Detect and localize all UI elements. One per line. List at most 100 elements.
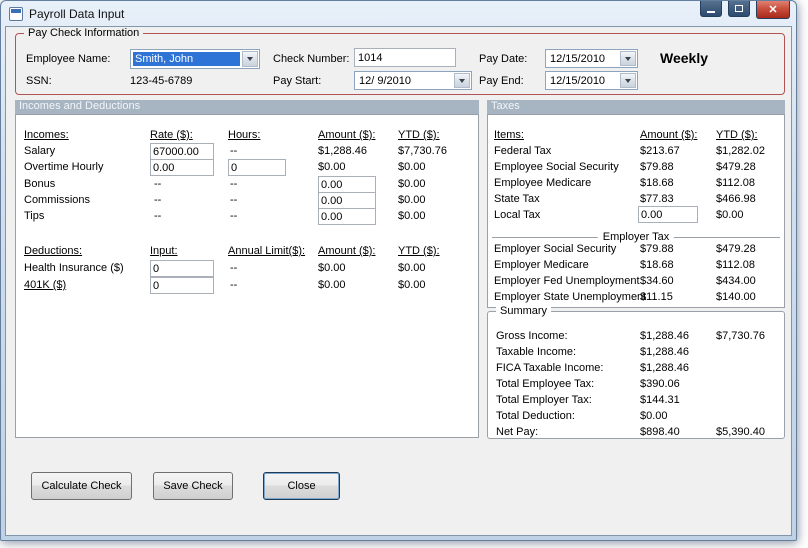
overtime-label: Overtime Hourly xyxy=(24,161,104,173)
salary-label: Salary xyxy=(24,145,56,157)
net-pay-amount: $898.40 xyxy=(640,426,680,438)
employee-name-value: Smith, John xyxy=(133,52,240,66)
taxable-income-label: Taxable Income: xyxy=(496,346,577,358)
pay-end-label: Pay End: xyxy=(479,75,524,87)
close-icon: ✕ xyxy=(768,4,778,16)
employer-fed-unemployment-label: Employer Fed Unemployment xyxy=(494,275,640,287)
overtime-hours-input[interactable] xyxy=(228,159,286,176)
k401-input[interactable] xyxy=(150,277,214,294)
save-check-button[interactable]: Save Check xyxy=(153,472,233,500)
pay-date-label: Pay Date: xyxy=(479,53,528,65)
pay-date-value: 12/15/2010 xyxy=(550,53,606,65)
employer-state-unemployment-amount: $11.15 xyxy=(640,291,673,303)
maximize-button[interactable] xyxy=(728,1,750,17)
minimize-icon xyxy=(707,10,715,13)
app-window: Payroll Data Input ✕ Pay Check Informati… xyxy=(0,0,797,541)
employer-ss-label: Employer Social Security xyxy=(494,243,617,255)
employer-state-unemployment-label: Employer State Unemployment xyxy=(494,291,647,303)
overtime-amount-value: $0.00 xyxy=(318,161,346,173)
taxes-panel: Items: Amount ($): YTD ($): Federal Tax … xyxy=(487,114,785,308)
commissions-ytd-value: $0.00 xyxy=(398,194,426,206)
tips-ytd-value: $0.00 xyxy=(398,210,426,222)
net-pay-label: Net Pay: xyxy=(496,426,539,438)
minimize-button[interactable] xyxy=(700,1,722,17)
health-insurance-input[interactable] xyxy=(150,260,214,277)
employee-medicare-label: Employee Medicare xyxy=(494,177,592,189)
overtime-rate-input[interactable] xyxy=(150,159,214,176)
health-insurance-limit-value: -- xyxy=(230,262,238,274)
calculate-check-button[interactable]: Calculate Check xyxy=(31,472,132,500)
amount-col-header: Amount ($): xyxy=(318,129,376,141)
k401-limit-value: -- xyxy=(230,279,238,291)
federal-tax-ytd: $1,282.02 xyxy=(716,145,765,157)
k401-amount-value: $0.00 xyxy=(318,279,346,291)
bonus-amount-input[interactable] xyxy=(318,176,376,193)
incomes-section-header: Incomes and Deductions xyxy=(15,100,479,114)
title-bar[interactable]: Payroll Data Input ✕ xyxy=(1,1,796,26)
commissions-label: Commissions xyxy=(24,194,91,206)
pay-frequency-label: Weekly xyxy=(660,50,708,66)
chevron-down-icon xyxy=(247,57,253,61)
federal-tax-label: Federal Tax xyxy=(494,145,552,157)
employer-ss-amount: $79.88 xyxy=(640,243,674,255)
state-tax-ytd: $466.98 xyxy=(716,193,756,205)
health-insurance-amount-value: $0.00 xyxy=(318,262,346,274)
tips-rate-value: -- xyxy=(154,210,162,222)
local-tax-ytd: $0.00 xyxy=(716,209,744,221)
commissions-amount-input[interactable] xyxy=(318,192,376,209)
state-tax-label: State Tax xyxy=(494,193,540,205)
gross-income-ytd: $7,730.76 xyxy=(716,330,765,342)
chevron-down-icon xyxy=(459,78,465,83)
pay-end-dropdown-button[interactable] xyxy=(620,73,636,88)
incomes-col-header: Incomes: xyxy=(24,129,69,141)
commissions-hours-value: -- xyxy=(230,194,238,206)
salary-rate-input[interactable] xyxy=(150,143,214,160)
employee-ss-label: Employee Social Security xyxy=(494,161,619,173)
hours-col-header: Hours: xyxy=(228,129,261,141)
federal-tax-amount: $213.67 xyxy=(640,145,680,157)
total-employer-tax-label: Total Employer Tax: xyxy=(496,394,592,406)
pay-start-label: Pay Start: xyxy=(273,75,322,87)
gross-income-label: Gross Income: xyxy=(496,330,568,342)
employee-name-select[interactable]: Smith, John xyxy=(130,49,260,69)
employee-ss-amount: $79.88 xyxy=(640,161,674,173)
local-tax-input[interactable] xyxy=(638,206,698,223)
health-insurance-ytd-value: $0.00 xyxy=(398,262,426,274)
net-pay-ytd: $5,390.40 xyxy=(716,426,765,438)
k401-link[interactable]: 401K ($) xyxy=(24,279,66,291)
total-employer-tax-amount: $144.31 xyxy=(640,394,680,406)
check-number-input[interactable] xyxy=(354,48,456,67)
employer-medicare-ytd: $112.08 xyxy=(716,259,755,271)
gross-income-amount: $1,288.46 xyxy=(640,330,689,342)
total-deduction-label: Total Deduction: xyxy=(496,410,575,422)
employee-name-dropdown-button[interactable] xyxy=(242,51,258,67)
pay-date-picker[interactable]: 12/15/2010 xyxy=(545,49,638,68)
pay-date-dropdown-button[interactable] xyxy=(620,51,636,66)
pay-start-dropdown-button[interactable] xyxy=(454,73,470,88)
employee-name-label: Employee Name: xyxy=(26,53,111,65)
pay-end-picker[interactable]: 12/15/2010 xyxy=(545,71,638,90)
taxes-section-header: Taxes xyxy=(487,100,785,114)
close-window-button[interactable]: ✕ xyxy=(756,1,790,19)
tips-amount-input[interactable] xyxy=(318,208,376,225)
bonus-rate-value: -- xyxy=(154,178,162,190)
summary-group: Summary Gross Income: $1,288.46 $7,730.7… xyxy=(487,305,785,439)
chevron-down-icon xyxy=(625,56,631,61)
tax-items-col-header: Items: xyxy=(494,129,524,141)
k401-ytd-value: $0.00 xyxy=(398,279,426,291)
bonus-hours-value: -- xyxy=(230,178,238,190)
employee-ss-ytd: $479.28 xyxy=(716,161,756,173)
employee-medicare-amount: $18.68 xyxy=(640,177,674,189)
form-client-area: Pay Check Information Employee Name: Smi… xyxy=(5,26,792,536)
salary-ytd-value: $7,730.76 xyxy=(398,145,447,157)
close-button[interactable]: Close xyxy=(263,472,340,500)
total-employee-tax-label: Total Employee Tax: xyxy=(496,378,595,390)
paycheck-info-group: Pay Check Information Employee Name: Smi… xyxy=(15,27,785,95)
employer-medicare-amount: $18.68 xyxy=(640,259,674,271)
tax-amount-col-header: Amount ($): xyxy=(640,129,698,141)
tips-label: Tips xyxy=(24,210,45,222)
employer-tax-divider-label: Employer Tax xyxy=(597,231,675,243)
state-tax-amount: $77.83 xyxy=(640,193,674,205)
pay-start-picker[interactable]: 12/ 9/2010 xyxy=(354,71,472,90)
summary-group-label: Summary xyxy=(496,305,552,317)
